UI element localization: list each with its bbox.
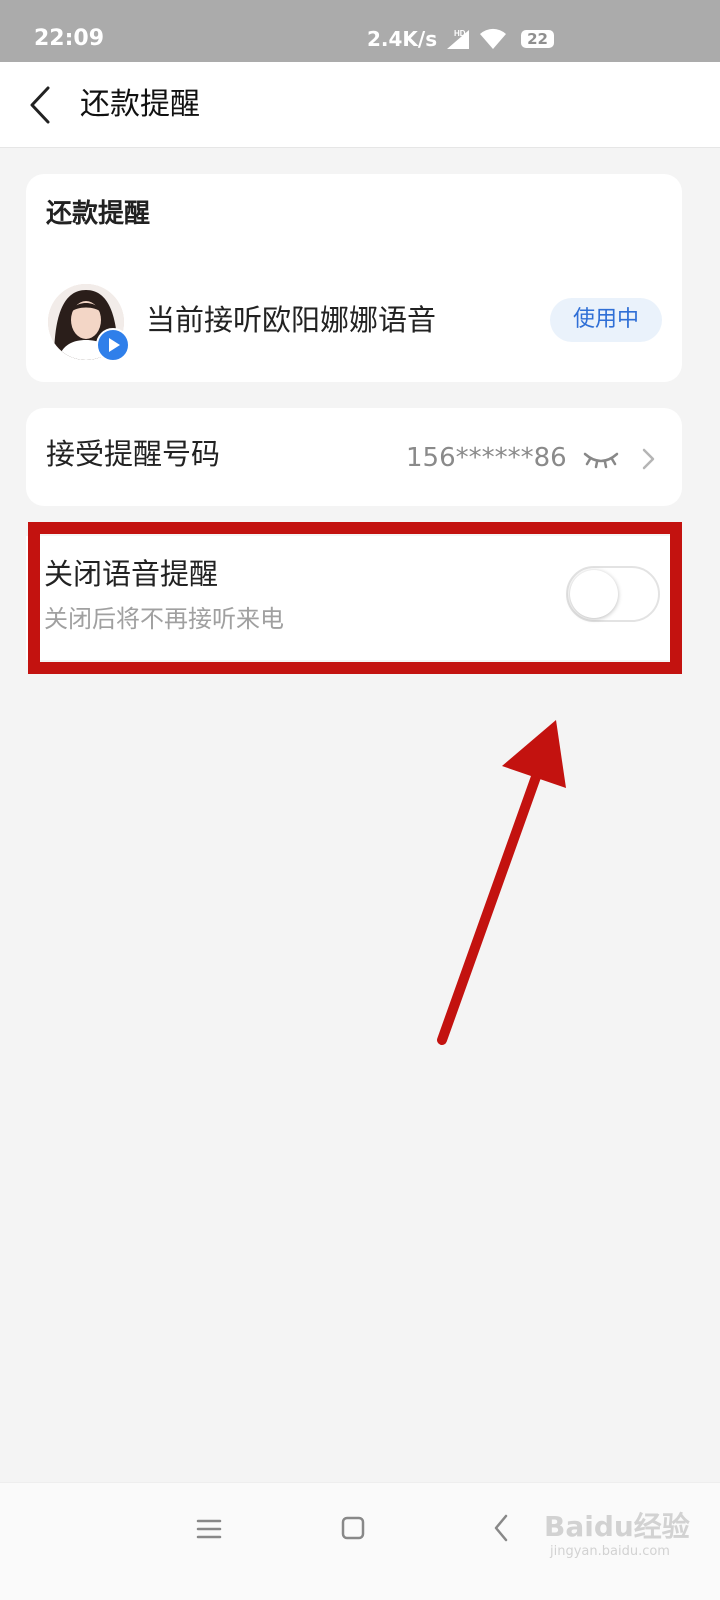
status-bar: 22:09 2.4K/s HD 22	[0, 0, 720, 62]
reminder-number-label: 接受提醒号码	[46, 437, 221, 471]
page-title: 还款提醒	[80, 87, 200, 122]
play-icon[interactable]	[96, 328, 130, 362]
battery-indicator: 22	[521, 30, 554, 48]
voice-reminder-toggle[interactable]	[566, 566, 660, 622]
home-icon[interactable]	[340, 1515, 366, 1541]
menu-icon[interactable]	[196, 1517, 222, 1541]
toggle-knob	[570, 570, 618, 618]
wifi-icon	[480, 28, 507, 49]
in-use-badge: 使用中	[550, 298, 662, 342]
network-speed: 2.4K/s	[366, 27, 438, 51]
signal-icon: HD	[447, 29, 470, 49]
status-time: 22:09	[34, 26, 105, 51]
close-voice-reminder-row: 关闭语音提醒 关闭后将不再接听来电	[26, 536, 682, 660]
reminder-number-row[interactable]: 接受提醒号码 156******86	[26, 408, 682, 506]
close-voice-reminder-label: 关闭语音提醒	[44, 557, 219, 591]
svg-text:HD: HD	[454, 29, 466, 38]
nav-back-icon[interactable]	[492, 1513, 510, 1543]
current-voice-text: 当前接听欧阳娜娜语音	[146, 303, 437, 337]
eye-closed-icon[interactable]	[582, 446, 620, 472]
watermark-url: jingyan.baidu.com	[550, 1544, 670, 1559]
status-indicators: 2.4K/s HD 22	[367, 26, 554, 52]
close-voice-reminder-description: 关闭后将不再接听来电	[44, 605, 284, 633]
voice-card-title: 还款提醒	[46, 199, 151, 229]
back-button[interactable]	[22, 82, 62, 128]
back-arrow-icon	[30, 86, 50, 124]
voice-card: 还款提醒 当前接听欧阳娜娜语音 使用中	[26, 174, 682, 382]
app-header: 还款提醒	[0, 62, 720, 148]
chevron-right-icon	[642, 448, 655, 470]
reminder-number-value: 156******86	[406, 443, 567, 473]
watermark-logo: Baidu经验	[544, 1510, 690, 1543]
baidu-watermark: Baidu经验 jingyan.baidu.com	[544, 1508, 694, 1570]
avatar[interactable]	[48, 284, 130, 362]
